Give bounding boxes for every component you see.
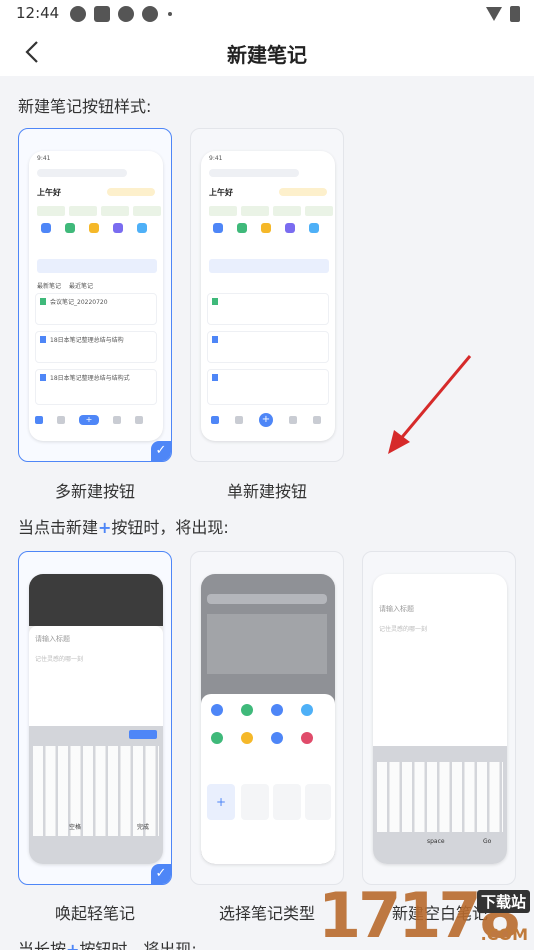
wifi-icon — [486, 7, 502, 21]
status-bar: 12:44 — [0, 0, 534, 28]
preview-blank-note: 请输入标题 记住灵感的哪一刻 space Go — [373, 574, 507, 864]
caption-single-new-button: 单新建按钮 — [226, 482, 307, 501]
system-icons — [486, 6, 520, 22]
option-multi-new-button[interactable]: 9:41 上午好 最新笔记 最近笔记 会议笔记_20220720 18日本笔记整… — [18, 128, 172, 462]
red-arrow-icon — [388, 355, 472, 454]
mock-greeting-2: 上午好 — [209, 188, 233, 197]
section-label-button-style: 新建笔记按钮样式: — [18, 97, 152, 116]
preview-single: 9:41 上午好 + — [201, 151, 335, 441]
option-new-blank-note[interactable]: 请输入标题 记住灵感的哪一刻 space Go — [362, 551, 516, 885]
watermark-domain: .COM — [480, 925, 528, 944]
section-label-tap-new: 当点击新建+按钮时，将出现: — [18, 518, 229, 537]
notification-icon — [118, 6, 134, 22]
section-label-long-press: 当长按+按钮时，将出现: — [18, 936, 197, 950]
nav-bar: 新建笔记 — [0, 28, 534, 76]
mock-body-placeholder-2: 记住灵感的哪一刻 — [379, 626, 428, 633]
status-time: 12:44 — [16, 4, 60, 22]
more-dot-icon — [168, 12, 172, 16]
page-title: 新建笔记 — [227, 43, 307, 67]
battery-icon — [510, 6, 520, 22]
option-choose-note-type[interactable]: + — [190, 551, 344, 885]
watermark-logo: 17178 下载站 .COM — [318, 882, 534, 950]
mock-note-3: 18日本笔记整理总结与结构式 — [50, 375, 130, 382]
option-single-new-button[interactable]: 9:41 上午好 + — [190, 128, 344, 462]
caption-multi-new-button: 多新建按钮 — [54, 482, 135, 501]
selected-check-icon: ✓ — [151, 441, 171, 461]
mock-tab-recent: 最新笔记 — [37, 283, 62, 290]
notification-icon — [142, 6, 158, 22]
mock-kb-space-2: space — [427, 838, 445, 845]
mock-body-placeholder: 记住灵感的哪一刻 — [35, 656, 84, 663]
mock-note-2: 18日本笔记整理总结与结构 — [50, 337, 124, 344]
preview-choose-type: + — [201, 574, 335, 864]
notification-icon — [70, 6, 86, 22]
preview-multi: 9:41 上午好 最新笔记 最近笔记 会议笔记_20220720 18日本笔记整… — [29, 151, 163, 441]
plus-icon-2: + — [66, 940, 80, 950]
app-icon — [94, 6, 110, 22]
mock-kb-done: 完成 — [137, 824, 150, 831]
watermark-tag: 下载站 — [476, 890, 530, 913]
mock-note-1: 会议笔记_20220720 — [50, 299, 108, 306]
option-quick-note[interactable]: 请输入标题 记住灵感的哪一刻 空格 完成 ✓ — [18, 551, 172, 885]
selected-check-icon: ✓ — [151, 864, 171, 884]
plus-icon: + — [98, 518, 112, 537]
mock-greeting: 上午好 — [37, 188, 61, 197]
mock-title-placeholder: 请输入标题 — [35, 635, 70, 643]
mock-kb-space: 空格 — [69, 824, 82, 831]
mock-kb-go: Go — [483, 838, 492, 845]
mock-title-placeholder-2: 请输入标题 — [379, 605, 414, 613]
notification-icons — [70, 6, 172, 22]
preview-quick-note: 请输入标题 记住灵感的哪一刻 空格 完成 — [29, 574, 163, 864]
mock-tab-share: 最近笔记 — [69, 283, 94, 290]
caption-quick-note: 唤起轻笔记 — [54, 904, 135, 923]
